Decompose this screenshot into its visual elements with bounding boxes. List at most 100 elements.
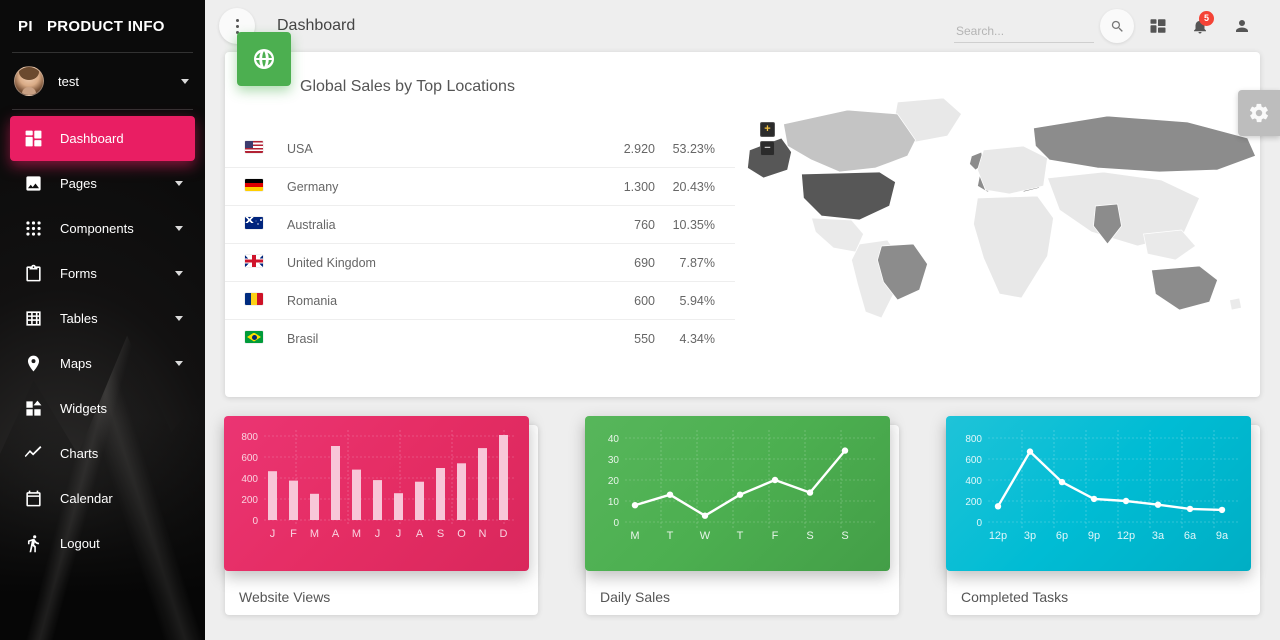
search-input[interactable] — [954, 20, 1094, 43]
flag-icon-brasil — [245, 331, 263, 343]
completed-tasks-card: 800 600 400 200 0 12p 3p 6p 9p 12p 3a 6a… — [946, 416, 1260, 615]
person-icon — [1236, 20, 1248, 32]
svg-text:J: J — [375, 528, 381, 540]
flag-icon-germany — [245, 179, 263, 191]
table-row[interactable]: Romania 600 5.94% — [225, 281, 735, 320]
country-name: Australia — [287, 205, 535, 244]
daily-sales-line-chart: 40 30 20 10 0 M T W T F S S — [608, 430, 877, 542]
sidebar-item-calendar[interactable]: Calendar — [10, 476, 195, 521]
notifications-badge: 5 — [1199, 11, 1214, 26]
more-vert-icon — [235, 18, 239, 34]
sidebar-item-widgets[interactable]: Widgets — [10, 386, 195, 431]
svg-text:O: O — [457, 528, 466, 540]
svg-text:400: 400 — [965, 476, 982, 487]
svg-text:S: S — [841, 530, 848, 542]
chevron-down-icon[interactable] — [175, 226, 183, 231]
completed-tasks-line-chart: 800 600 400 200 0 12p 3p 6p 9p 12p 3a 6a… — [965, 430, 1238, 542]
dashboard-grid-icon — [1150, 19, 1166, 33]
notifications-button[interactable]: 5 — [1182, 8, 1218, 44]
sales-table-panel: Global Sales by Top Locations USA 2.920 … — [225, 52, 735, 397]
line-chart-icon — [22, 443, 44, 465]
sidebar: PI PRODUCT INFO test Dashboard Pages Com… — [0, 0, 205, 640]
chevron-down-icon[interactable] — [181, 78, 189, 84]
chevron-down-icon[interactable] — [175, 361, 183, 366]
sidebar-item-label: Components — [60, 221, 134, 236]
country-name: Germany — [287, 167, 535, 206]
settings-button[interactable] — [1238, 90, 1280, 136]
flag-icon-usa — [245, 141, 263, 153]
sidebar-user-name: test — [58, 73, 79, 89]
profile-button[interactable] — [1224, 8, 1260, 44]
sales-table: USA 2.920 53.23% Germany 1.300 20.43% Au… — [225, 130, 735, 357]
svg-text:10: 10 — [608, 497, 620, 508]
website-views-card: 800 600 400 200 0 J F M A M J J A S O N … — [224, 416, 538, 615]
globe-icon — [237, 32, 291, 86]
country-percent: 20.43% — [655, 167, 735, 206]
sidebar-item-forms[interactable]: Forms — [10, 251, 195, 296]
gear-icon — [1249, 103, 1269, 123]
sales-card-title: Global Sales by Top Locations — [300, 78, 515, 95]
sidebar-item-tables[interactable]: Tables — [10, 296, 195, 341]
topbar: Dashboard 5 — [205, 0, 1280, 52]
svg-text:3a: 3a — [1152, 530, 1165, 542]
brand[interactable]: PI PRODUCT INFO — [0, 0, 205, 52]
sidebar-item-pages[interactable]: Pages — [10, 161, 195, 206]
country-name: United Kingdom — [287, 243, 535, 282]
chevron-down-icon[interactable] — [175, 181, 183, 186]
sidebar-item-charts[interactable]: Charts — [10, 431, 195, 476]
svg-text:M: M — [352, 528, 361, 540]
apps-grid-icon — [22, 218, 44, 240]
svg-text:D: D — [500, 528, 508, 540]
chevron-down-icon[interactable] — [175, 316, 183, 321]
sidebar-item-label: Tables — [60, 311, 98, 326]
completed-tasks-chart[interactable]: 800 600 400 200 0 12p 3p 6p 9p 12p 3a 6a… — [946, 416, 1251, 571]
table-row[interactable]: USA 2.920 53.23% — [225, 130, 735, 168]
country-value: 760 — [535, 205, 655, 244]
daily-sales-chart[interactable]: 40 30 20 10 0 M T W T F S S — [585, 416, 890, 571]
sidebar-item-label: Charts — [60, 446, 99, 461]
table-row[interactable]: Brasil 550 4.34% — [225, 319, 735, 357]
country-name: Romania — [287, 281, 535, 320]
table-row[interactable]: Australia 760 10.35% — [225, 205, 735, 244]
map-zoom-in-button[interactable]: + — [760, 122, 775, 137]
svg-text:W: W — [700, 530, 711, 542]
sidebar-item-logout[interactable]: Logout — [10, 521, 195, 566]
sidebar-item-dashboard[interactable]: Dashboard — [10, 116, 195, 161]
svg-text:F: F — [772, 530, 779, 542]
svg-text:N: N — [479, 528, 487, 540]
website-views-chart[interactable]: 800 600 400 200 0 J F M A M J J A S O N … — [224, 416, 529, 571]
svg-text:9a: 9a — [1216, 530, 1229, 542]
map-zoom-out-button[interactable]: − — [760, 141, 775, 156]
svg-text:M: M — [310, 528, 319, 540]
flag-icon-australia — [245, 217, 263, 229]
search-button[interactable] — [1100, 9, 1134, 43]
sidebar-item-maps[interactable]: Maps — [10, 341, 195, 386]
daily-sales-title: Daily Sales — [600, 589, 671, 605]
country-name: USA — [287, 141, 313, 156]
search-icon — [1111, 20, 1123, 32]
sidebar-nav: Dashboard Pages Components Forms Tables … — [0, 110, 205, 566]
brand-mark: PI — [18, 17, 33, 35]
country-percent: 10.35% — [655, 205, 735, 244]
flag-icon-united-kingdom — [245, 255, 263, 267]
dashboard-icon — [22, 128, 44, 150]
svg-text:800: 800 — [241, 432, 258, 443]
svg-text:J: J — [396, 528, 402, 540]
country-name: Brasil — [287, 319, 535, 357]
chart-cards-row: 800 600 400 200 0 J F M A M J J A S O N … — [224, 416, 1260, 615]
table-row[interactable]: United Kingdom 690 7.87% — [225, 243, 735, 282]
map-pin-icon — [22, 353, 44, 375]
svg-text:T: T — [667, 530, 674, 542]
chevron-down-icon[interactable] — [175, 271, 183, 276]
run-exit-icon — [22, 533, 44, 555]
world-map[interactable]: + − — [735, 52, 1260, 397]
svg-text:20: 20 — [608, 476, 620, 487]
svg-text:S: S — [437, 528, 444, 540]
country-percent: 7.87% — [655, 243, 735, 282]
sidebar-item-label: Dashboard — [60, 131, 124, 146]
table-row[interactable]: Germany 1.300 20.43% — [225, 167, 735, 206]
sidebar-item-components[interactable]: Components — [10, 206, 195, 251]
sidebar-user[interactable]: test — [0, 53, 205, 109]
dashboard-grid-button[interactable] — [1140, 8, 1176, 44]
svg-text:A: A — [416, 528, 424, 540]
